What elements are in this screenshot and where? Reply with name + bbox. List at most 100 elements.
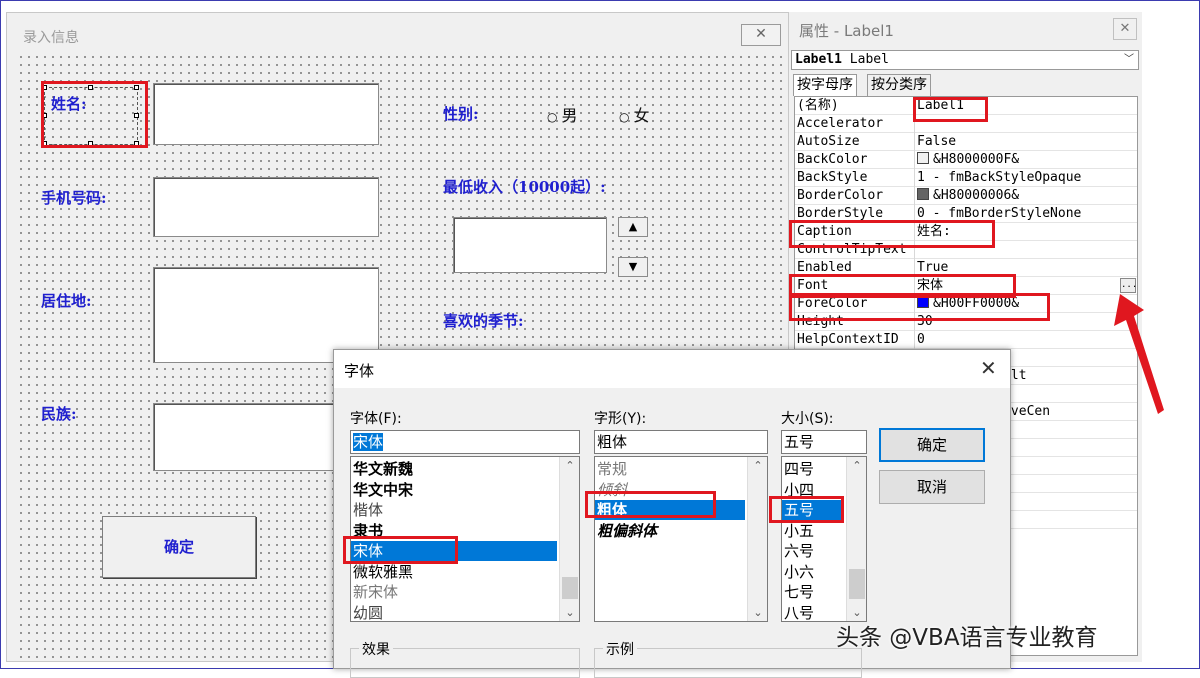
font-style-item[interactable]: 常规 <box>595 459 745 479</box>
font-dialog-close-icon[interactable]: ✕ <box>980 356 997 380</box>
min-income-textbox[interactable] <box>453 217 607 273</box>
address-label[interactable]: 居住地: <box>41 290 92 311</box>
color-swatch-icon <box>917 152 929 164</box>
sample-group-label: 示例 <box>603 639 637 659</box>
property-row[interactable]: BackColor &H8000000F& <box>795 151 1137 169</box>
chevron-down-icon[interactable]: ﹀ <box>1124 51 1134 69</box>
font-family-item[interactable]: 华文中宋 <box>351 480 557 500</box>
object-selector[interactable]: Label1 Label ﹀ <box>791 50 1139 70</box>
scroll-down-icon[interactable]: ⌄ <box>748 606 767 619</box>
phone-label[interactable]: 手机号码: <box>41 187 107 208</box>
property-row[interactable]: HelpContextID 0 <box>795 331 1137 349</box>
font-family-label: 字体(F): <box>350 411 402 427</box>
font-family-item[interactable]: 新宋体 <box>351 582 557 602</box>
watermark-text: 头条 @VBA语言专业教育 <box>836 625 1098 651</box>
font-family-input[interactable]: 宋体 <box>350 430 580 454</box>
font-ellipsis-button[interactable]: ... <box>1120 278 1137 293</box>
radio-icon: ○ <box>619 110 630 124</box>
red-arrow-icon <box>1114 294 1164 414</box>
scroll-up-icon[interactable]: ⌃ <box>560 459 579 472</box>
object-type: Label <box>849 52 889 67</box>
gender-label[interactable]: 性别: <box>443 103 479 124</box>
sample-group: 示例 <box>594 639 862 678</box>
property-name: Accelerator <box>797 115 915 133</box>
season-label[interactable]: 喜欢的季节: <box>443 310 524 331</box>
phone-textbox[interactable] <box>153 177 379 237</box>
font-style-list[interactable]: 粗偏斜体 粗体 倾斜 常规 ⌃ ⌄ <box>594 456 768 622</box>
spin-down-button[interactable]: ▼ <box>618 257 648 277</box>
font-size-item[interactable]: 七号 <box>782 582 844 602</box>
color-swatch-icon <box>917 188 929 200</box>
font-size-item[interactable]: 小六 <box>782 562 844 582</box>
font-style-value: 粗体 <box>597 433 628 451</box>
font-dialog-title: 字体 <box>344 362 375 380</box>
font-family-item[interactable]: 微软雅黑 <box>351 562 557 582</box>
userform-close-button[interactable]: ✕ <box>741 24 781 46</box>
object-name: Label1 <box>795 52 842 67</box>
font-family-item[interactable]: 华文新魏 <box>351 459 557 479</box>
font-size-item[interactable]: 六号 <box>782 541 844 561</box>
font-dialog-titlebar: 字体 ✕ <box>334 350 1010 388</box>
font-family-item[interactable]: 楷体 <box>351 500 557 520</box>
radio-icon: ○ <box>547 110 558 124</box>
property-name: BackStyle <box>797 169 915 187</box>
property-name: (名称) <box>797 97 915 115</box>
confirm-button[interactable]: 确定 <box>102 516 256 578</box>
font-size-item[interactable]: 小五 <box>782 521 844 541</box>
font-cancel-button[interactable]: 取消 <box>879 470 985 504</box>
highlight-font-songti <box>343 536 458 564</box>
highlight-name-label <box>41 81 148 148</box>
effects-group-label: 效果 <box>359 639 393 659</box>
font-size-input[interactable]: 五号 <box>781 430 867 454</box>
highlight-forecolor-row <box>789 293 1050 321</box>
highlight-caption-row <box>789 220 995 248</box>
font-size-label: 大小(S): <box>781 411 834 427</box>
scroll-thumb[interactable] <box>849 569 865 599</box>
property-value[interactable]: &H80000006& <box>917 187 1137 204</box>
tab-categorized[interactable]: 按分类序 <box>867 74 931 96</box>
property-value[interactable]: 0 <box>917 331 1137 348</box>
highlight-name-value <box>913 97 988 122</box>
gender-female-option[interactable]: ○ 女 <box>619 102 650 126</box>
font-style-label: 字形(Y): <box>594 411 647 427</box>
property-name: BorderColor <box>797 187 915 205</box>
font-size-item[interactable]: 四号 <box>782 459 844 479</box>
font-family-item[interactable]: 幼圆 <box>351 603 557 622</box>
ethnicity-label[interactable]: 民族: <box>41 403 77 424</box>
min-income-label[interactable]: 最低收入（10000起）: <box>443 176 606 197</box>
scroll-thumb[interactable] <box>562 577 578 599</box>
gender-female-label: 女 <box>633 106 650 125</box>
font-size-list[interactable]: 八号 七号 小六 六号 小五 五号 小四 四号 ⌃ ⌄ <box>781 456 867 622</box>
scroll-down-icon[interactable]: ⌄ <box>560 606 579 619</box>
properties-close-button[interactable]: ✕ <box>1113 18 1137 40</box>
effects-group: 效果 <box>350 639 580 678</box>
spin-up-button[interactable]: ▲ <box>618 217 648 237</box>
tab-alphabetic[interactable]: 按字母序 <box>793 74 857 96</box>
property-value[interactable]: False <box>917 133 1137 150</box>
properties-title: 属性 - Label1 <box>799 22 894 40</box>
scroll-up-icon[interactable]: ⌃ <box>748 459 767 472</box>
font-ok-button[interactable]: 确定 <box>879 428 985 462</box>
property-row[interactable]: AutoSize False <box>795 133 1137 151</box>
property-value[interactable]: 1 - fmBackStyleOpaque <box>917 169 1137 186</box>
font-family-value: 宋体 <box>353 433 384 451</box>
property-value[interactable]: &H8000000F& <box>917 151 1137 168</box>
style-list-scrollbar[interactable]: ⌃ ⌄ <box>747 457 767 621</box>
highlight-style-bold <box>585 491 716 518</box>
userform-title: 录入信息 <box>23 30 79 46</box>
font-style-input[interactable]: 粗体 <box>594 430 768 454</box>
font-style-item[interactable]: 粗偏斜体 <box>595 521 745 541</box>
font-size-item[interactable]: 八号 <box>782 603 844 622</box>
highlight-size-5 <box>769 496 844 523</box>
property-row[interactable]: BackStyle 1 - fmBackStyleOpaque <box>795 169 1137 187</box>
userform-titlebar: 录入信息 ✕ <box>7 13 791 53</box>
property-name: BackColor <box>797 151 915 169</box>
font-size-value: 五号 <box>784 433 815 451</box>
property-row[interactable]: BorderColor &H80000006& <box>795 187 1137 205</box>
name-textbox[interactable] <box>153 83 379 145</box>
scroll-up-icon[interactable]: ⌃ <box>847 459 866 472</box>
gender-male-option[interactable]: ○ 男 <box>547 102 578 126</box>
font-list-scrollbar[interactable]: ⌃ ⌄ <box>559 457 579 621</box>
size-list-scrollbar[interactable]: ⌃ ⌄ <box>846 457 866 621</box>
gender-male-label: 男 <box>561 106 578 125</box>
